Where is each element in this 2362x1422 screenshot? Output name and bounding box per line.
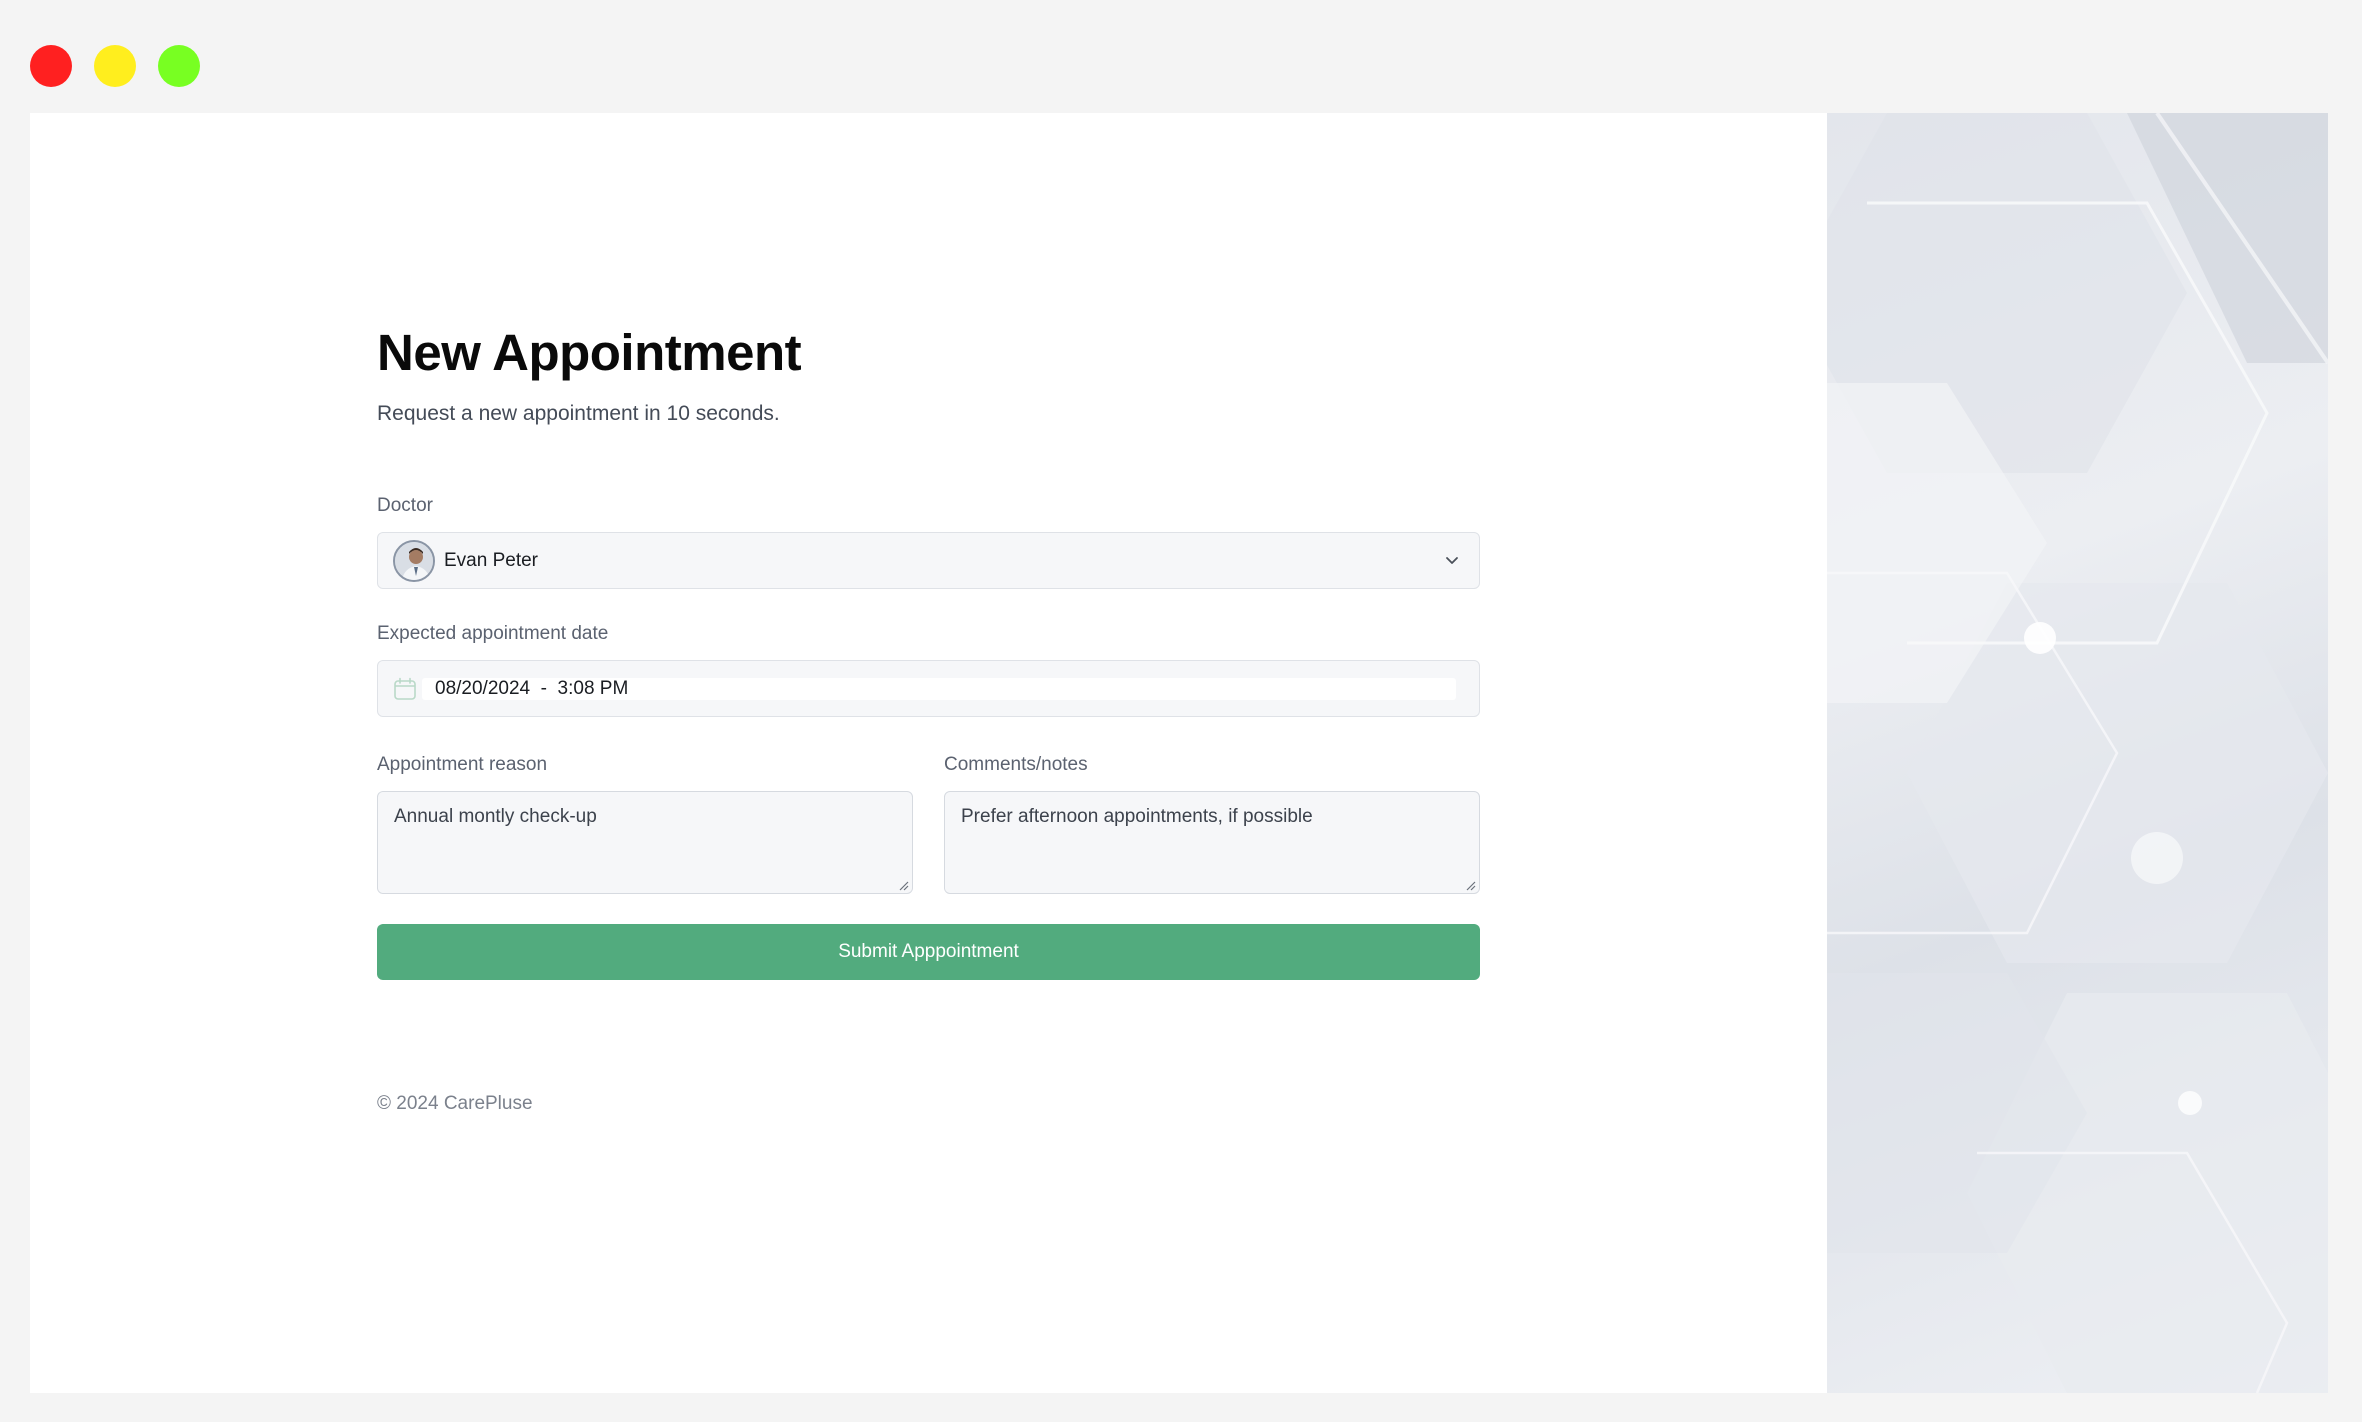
hero-image [1827, 113, 2328, 1393]
doctor-avatar [393, 540, 435, 582]
doctor-name: Evan Peter [444, 550, 538, 571]
appointment-form: New Appointment Request a new appointmen… [377, 113, 1480, 1393]
window-maximize-button[interactable] [158, 45, 200, 87]
page-title: New Appointment [377, 324, 802, 381]
doctor-select[interactable]: Evan Peter [377, 532, 1480, 589]
reason-value: Annual montly check-up [394, 806, 597, 827]
notes-label: Comments/notes [944, 754, 1088, 775]
submit-appointment-button[interactable]: Submit Apppointment [377, 924, 1480, 980]
window-minimize-button[interactable] [94, 45, 136, 87]
reason-label: Appointment reason [377, 754, 548, 775]
resize-handle-icon[interactable] [897, 878, 909, 891]
date-value: 08/20/2024 - 3:08 PM [435, 678, 629, 699]
date-picker[interactable]: 08/20/2024 - 3:08 PM [377, 660, 1480, 717]
date-label: Expected appointment date [377, 623, 609, 644]
window-close-button[interactable] [30, 45, 72, 87]
doctor-label: Doctor [377, 495, 433, 516]
notes-value: Prefer afternoon appointments, if possib… [961, 806, 1313, 827]
app-window: New Appointment Request a new appointmen… [30, 113, 2328, 1393]
chevron-down-icon [1441, 549, 1463, 571]
footer-copyright: © 2024 CarePluse [377, 1093, 533, 1114]
resize-handle-icon[interactable] [1464, 878, 1476, 891]
date-input[interactable]: 08/20/2024 - 3:08 PM [422, 678, 1456, 700]
reason-textarea[interactable]: Annual montly check-up [377, 791, 913, 894]
calendar-icon [392, 676, 418, 702]
notes-textarea[interactable]: Prefer afternoon appointments, if possib… [944, 791, 1480, 894]
page-subtitle: Request a new appointment in 10 seconds. [377, 402, 780, 425]
